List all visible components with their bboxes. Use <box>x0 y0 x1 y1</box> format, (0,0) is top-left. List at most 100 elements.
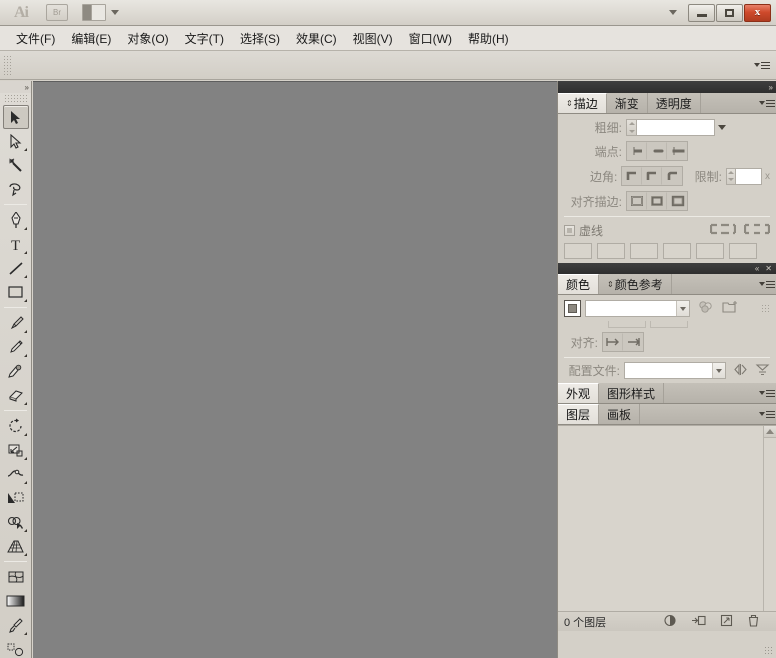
base-color-swatch[interactable] <box>564 300 581 317</box>
menu-help[interactable]: 帮助(H) <box>460 27 517 50</box>
dash-field-1[interactable] <box>564 243 592 259</box>
workspace-chevron-down-icon[interactable] <box>669 10 677 15</box>
color-panel-menu-icon[interactable] <box>758 274 776 294</box>
perspective-grid-tool[interactable] <box>3 534 29 558</box>
layers-scrollbar[interactable] <box>763 426 776 611</box>
tab-gradient[interactable]: 渐变 <box>606 93 648 113</box>
blob-brush-tool[interactable] <box>3 359 29 383</box>
color-variations-icon[interactable] <box>698 300 714 317</box>
tab-graphic-styles[interactable]: 图形样式 <box>599 383 665 403</box>
align-stroke-inside-icon[interactable] <box>647 192 667 210</box>
gap-field-1[interactable] <box>597 243 625 259</box>
tab-color-guide[interactable]: ⇕ 颜色参考 <box>599 274 672 294</box>
dash-align-exact-icon[interactable] <box>743 222 771 239</box>
new-layer-icon[interactable] <box>720 614 733 630</box>
tools-panel-collapse-button[interactable]: » <box>0 81 31 93</box>
tab-appearance[interactable]: 外观 <box>558 383 600 403</box>
close-icon[interactable]: ✕ <box>765 264 772 273</box>
menu-view[interactable]: 视图(V) <box>345 27 401 50</box>
minimize-button[interactable] <box>688 3 715 22</box>
document-canvas[interactable] <box>33 81 557 658</box>
dash-field-3[interactable] <box>696 243 724 259</box>
stroke-weight-stepper[interactable] <box>626 119 637 136</box>
limit-colors-icon[interactable] <box>733 363 748 379</box>
stroke-weight-input[interactable] <box>637 119 715 136</box>
color-profile-chevron-down-icon[interactable] <box>712 363 725 378</box>
gap-field-2[interactable] <box>663 243 691 259</box>
eyedropper-tool[interactable] <box>3 613 29 637</box>
stroke-limit-stepper[interactable] <box>725 167 737 185</box>
shape-builder-tool[interactable] <box>3 510 29 534</box>
save-color-group-icon[interactable] <box>722 300 738 317</box>
eraser-tool[interactable] <box>3 383 29 407</box>
make-clipping-mask-icon[interactable] <box>663 614 677 630</box>
scale-tool[interactable] <box>3 438 29 462</box>
menu-edit[interactable]: 编辑(E) <box>63 27 119 50</box>
rectangle-tool[interactable] <box>3 280 29 304</box>
free-transform-tool[interactable] <box>3 486 29 510</box>
dock-collapse-bar[interactable]: » <box>558 81 776 93</box>
tab-artboards[interactable]: 画板 <box>599 404 641 424</box>
round-cap-icon[interactable] <box>647 142 667 160</box>
layers-panel-menu-icon[interactable] <box>758 404 776 424</box>
type-tool[interactable]: T <box>3 232 29 256</box>
miter-join-icon[interactable] <box>622 167 643 185</box>
scroll-up-arrow-icon[interactable] <box>764 426 776 438</box>
width-tool[interactable] <box>3 462 29 486</box>
arrange-documents-chevron-down-icon[interactable] <box>111 10 119 15</box>
direct-selection-tool[interactable] <box>3 129 29 153</box>
paintbrush-tool[interactable] <box>3 311 29 335</box>
pen-tool[interactable] <box>3 208 29 232</box>
new-sublayer-icon[interactable] <box>691 614 706 630</box>
selection-tool[interactable] <box>2 105 29 129</box>
dash-align-preserve-icon[interactable] <box>709 222 737 239</box>
align-stroke-center-icon[interactable] <box>627 192 647 210</box>
delete-layer-icon[interactable] <box>747 614 760 630</box>
pencil-tool[interactable] <box>3 335 29 359</box>
tools-panel-gripper[interactable] <box>4 94 27 103</box>
line-segment-tool[interactable] <box>3 256 29 280</box>
color-profile-combo[interactable] <box>624 362 726 379</box>
menu-type[interactable]: 文字(T) <box>177 27 232 50</box>
projecting-cap-icon[interactable] <box>667 142 687 160</box>
blend-tool[interactable] <box>3 637 29 658</box>
color-panel-collapse-bar[interactable]: « ✕ <box>558 263 776 274</box>
swatch-strip-2[interactable] <box>650 321 688 328</box>
harmony-rules-combo[interactable] <box>585 300 690 317</box>
magic-wand-tool[interactable] <box>3 153 29 177</box>
tab-stroke[interactable]: ⇕ 描边 <box>558 93 607 113</box>
tab-color[interactable]: 颜色 <box>558 274 600 294</box>
stroke-weight-chevron-down-icon[interactable] <box>715 125 729 130</box>
color-panel-resize-grip[interactable] <box>761 304 770 313</box>
tab-layers[interactable]: 图层 <box>558 404 600 424</box>
control-bar-panel-menu-icon[interactable] <box>754 59 770 72</box>
menu-object[interactable]: 对象(O) <box>119 27 176 50</box>
lasso-tool[interactable] <box>3 177 29 201</box>
align-right-edge-icon[interactable] <box>623 333 643 351</box>
bridge-button[interactable]: Br <box>46 4 68 21</box>
edit-colors-icon[interactable] <box>755 363 770 379</box>
stroke-limit-input[interactable] <box>736 167 762 185</box>
align-stroke-outside-icon[interactable] <box>667 192 687 210</box>
align-left-edge-icon[interactable] <box>603 333 623 351</box>
layers-list-area[interactable] <box>558 426 763 611</box>
bevel-join-icon[interactable] <box>662 167 682 185</box>
close-button[interactable]: x <box>744 3 771 22</box>
gap-field-3[interactable] <box>729 243 757 259</box>
rotate-tool[interactable] <box>3 414 29 438</box>
butt-cap-icon[interactable] <box>627 142 647 160</box>
swatch-strip-1[interactable] <box>608 321 646 328</box>
dash-field-2[interactable] <box>630 243 658 259</box>
mesh-tool[interactable] <box>3 565 29 589</box>
stroke-panel-menu-icon[interactable] <box>758 93 776 113</box>
harmony-rules-chevron-down-icon[interactable] <box>676 301 689 316</box>
maximize-button[interactable] <box>716 3 743 22</box>
tab-transparency[interactable]: 透明度 <box>647 93 701 113</box>
menu-file[interactable]: 文件(F) <box>8 27 63 50</box>
layers-scroll-track[interactable] <box>764 438 776 611</box>
layers-list[interactable] <box>558 425 776 611</box>
dashed-line-checkbox[interactable] <box>564 225 575 236</box>
round-join-icon[interactable] <box>642 167 663 185</box>
control-bar-gripper[interactable] <box>2 54 11 76</box>
gradient-tool[interactable] <box>3 589 29 613</box>
